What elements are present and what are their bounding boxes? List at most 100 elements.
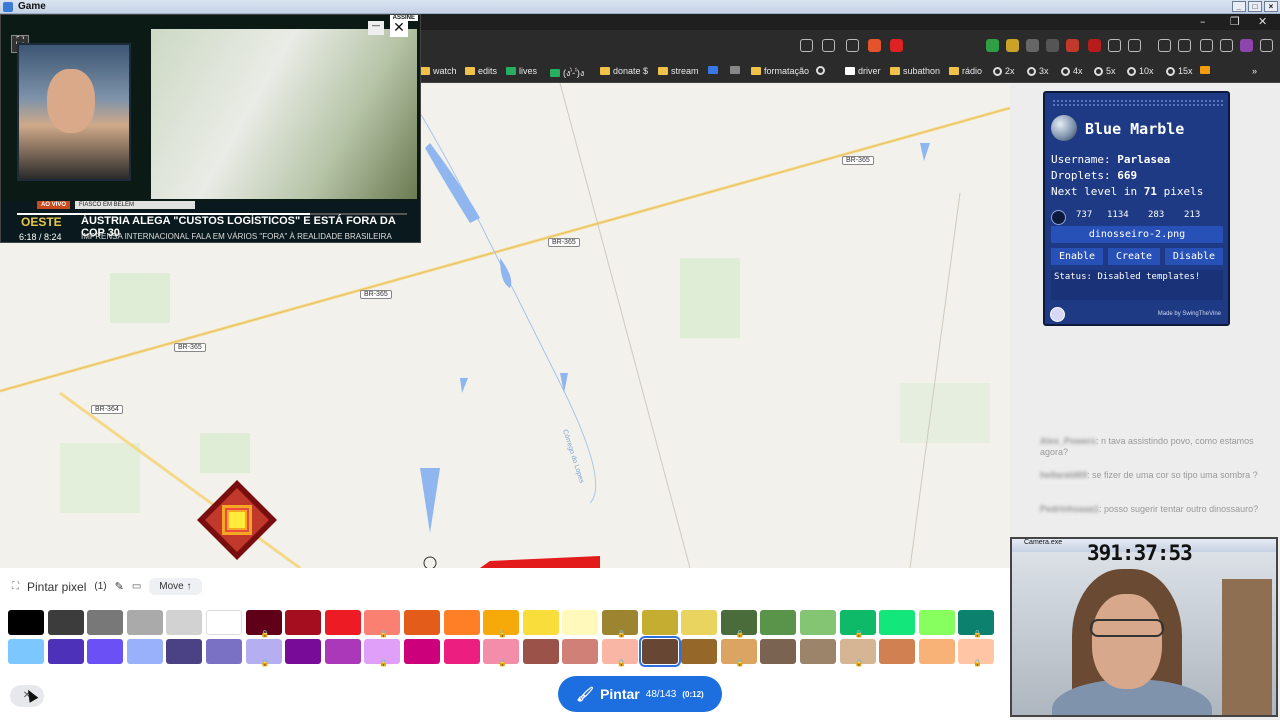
color-swatch[interactable] bbox=[87, 639, 124, 664]
drag-handle[interactable] bbox=[1052, 99, 1224, 107]
bookmark-2x[interactable]: 2x bbox=[993, 66, 1015, 76]
profile-icon[interactable] bbox=[1240, 39, 1253, 52]
color-swatch[interactable] bbox=[641, 610, 678, 635]
color-swatch[interactable]: 🔒 bbox=[245, 639, 282, 667]
share-icon[interactable] bbox=[846, 39, 859, 52]
color-swatch[interactable]: 🔒 bbox=[958, 639, 995, 667]
extension-icon[interactable] bbox=[1006, 39, 1019, 52]
color-swatch[interactable]: 🔒 bbox=[364, 639, 401, 667]
color-swatch[interactable] bbox=[47, 610, 84, 635]
color-swatch[interactable]: 🔒 bbox=[483, 639, 520, 667]
maximize-button[interactable]: □ bbox=[1248, 1, 1262, 12]
color-swatch[interactable]: 🔒 bbox=[839, 610, 876, 638]
paint-button[interactable]: 🖌 Pintar 48/143 (0:12) bbox=[558, 676, 722, 712]
color-swatch[interactable] bbox=[47, 639, 84, 664]
bookmark-4x[interactable]: 4x bbox=[1061, 66, 1083, 76]
browser-minimize-icon[interactable]: – bbox=[1200, 15, 1206, 28]
bookmark-5x[interactable]: 5x bbox=[1094, 66, 1116, 76]
brave-shield-icon[interactable] bbox=[868, 39, 881, 52]
cast-icon[interactable] bbox=[800, 39, 813, 52]
extension-icon[interactable] bbox=[1128, 39, 1141, 52]
disable-button[interactable]: Disable bbox=[1165, 248, 1223, 265]
bookmark-watch[interactable]: watch bbox=[420, 66, 457, 76]
bookmark-icon-only[interactable] bbox=[816, 66, 825, 75]
close-button[interactable]: × bbox=[1264, 1, 1278, 12]
bookmark-icon-only[interactable] bbox=[708, 66, 718, 74]
bookmark-icon-only[interactable] bbox=[1200, 66, 1210, 74]
color-swatch[interactable]: 🔒 bbox=[602, 639, 638, 667]
color-swatch[interactable]: 🔒 bbox=[483, 610, 520, 638]
extension-icon[interactable] bbox=[1066, 39, 1079, 52]
browser-restore-icon[interactable]: ❐ bbox=[1230, 15, 1240, 28]
bookmark-3x[interactable]: 3x bbox=[1027, 66, 1049, 76]
collapse-icon[interactable]: ⛶ bbox=[12, 581, 19, 592]
coord-pixel-x[interactable]: 283 bbox=[1148, 210, 1164, 220]
rewards-icon[interactable] bbox=[890, 39, 903, 52]
color-swatch[interactable]: 🔒 bbox=[720, 610, 757, 638]
color-swatch[interactable] bbox=[638, 636, 681, 667]
sidebar-icon[interactable] bbox=[1158, 39, 1171, 52]
coord-tile-y[interactable]: 1134 bbox=[1107, 210, 1129, 220]
pip-minimize-button[interactable]: — bbox=[368, 21, 384, 35]
bookmark-edits[interactable]: edits bbox=[465, 66, 497, 76]
color-swatch[interactable] bbox=[918, 610, 955, 635]
extension-icon[interactable] bbox=[1026, 39, 1039, 52]
color-swatch[interactable] bbox=[681, 610, 718, 635]
eraser-icon[interactable]: ▭ bbox=[132, 581, 141, 592]
move-button[interactable]: Move ↑ bbox=[149, 578, 202, 595]
color-swatch[interactable] bbox=[8, 610, 44, 635]
color-swatch[interactable] bbox=[404, 639, 440, 664]
color-swatch[interactable] bbox=[522, 639, 559, 664]
color-swatch[interactable] bbox=[166, 610, 203, 635]
bookmark-subathon[interactable]: subathon bbox=[890, 66, 940, 76]
color-swatch[interactable] bbox=[918, 639, 955, 664]
pin-icon[interactable] bbox=[1051, 210, 1066, 225]
color-swatch[interactable] bbox=[87, 610, 124, 635]
pip-close-button[interactable]: ✕ bbox=[390, 19, 408, 37]
color-swatch[interactable] bbox=[126, 610, 163, 635]
color-swatch[interactable] bbox=[562, 639, 599, 664]
color-swatch[interactable] bbox=[522, 610, 559, 635]
color-swatch[interactable] bbox=[760, 639, 797, 664]
color-swatch[interactable] bbox=[166, 639, 203, 664]
translate-icon[interactable] bbox=[822, 39, 835, 52]
bookmark-donate[interactable]: donate $ bbox=[600, 66, 648, 76]
bookmark-radio[interactable]: rádio bbox=[949, 66, 982, 76]
color-swatch[interactable] bbox=[404, 610, 440, 635]
extensions-puzzle-icon[interactable] bbox=[1200, 39, 1213, 52]
pencil-icon[interactable]: ✎ bbox=[115, 580, 124, 593]
create-button[interactable]: Create bbox=[1108, 248, 1160, 265]
color-swatch[interactable] bbox=[285, 639, 322, 664]
color-swatch[interactable]: 🔒 bbox=[839, 639, 876, 667]
color-swatch[interactable] bbox=[206, 639, 242, 664]
bookmark-stream[interactable]: stream bbox=[658, 66, 699, 76]
color-swatch[interactable] bbox=[760, 610, 797, 635]
bookmark-formatacao[interactable]: formatação bbox=[751, 66, 809, 76]
color-swatch[interactable] bbox=[879, 610, 916, 635]
color-swatch[interactable] bbox=[324, 610, 361, 635]
extension-icon[interactable] bbox=[1108, 39, 1121, 52]
bookmark-emoticon[interactable]: (ง'̀-'́)ง bbox=[550, 66, 584, 80]
extension-icon[interactable] bbox=[986, 39, 999, 52]
bookmark-driver[interactable]: driver bbox=[845, 66, 881, 76]
bookmark-15x[interactable]: 15x bbox=[1166, 66, 1193, 76]
menu-icon[interactable] bbox=[1260, 39, 1273, 52]
more-bookmarks-icon[interactable]: » bbox=[1252, 66, 1257, 76]
extension-icon[interactable] bbox=[1046, 39, 1059, 52]
color-swatch[interactable]: 🔒 bbox=[958, 610, 995, 638]
extension-icon[interactable] bbox=[1088, 39, 1101, 52]
minimize-button[interactable]: _ bbox=[1232, 1, 1246, 12]
color-swatch[interactable] bbox=[879, 639, 916, 664]
color-swatch[interactable] bbox=[800, 610, 836, 635]
color-swatch[interactable] bbox=[443, 610, 480, 635]
color-swatch[interactable] bbox=[443, 639, 480, 664]
coord-pixel-y[interactable]: 213 bbox=[1184, 210, 1200, 220]
color-swatch[interactable] bbox=[285, 610, 322, 635]
color-swatch[interactable] bbox=[126, 639, 163, 664]
bookmark-lives[interactable]: lives bbox=[506, 66, 537, 76]
wallet-icon[interactable] bbox=[1178, 39, 1191, 52]
bookmark-icon-only[interactable] bbox=[730, 66, 740, 74]
color-swatch[interactable] bbox=[800, 639, 836, 664]
color-swatch[interactable] bbox=[681, 639, 718, 664]
color-swatch[interactable] bbox=[562, 610, 599, 635]
